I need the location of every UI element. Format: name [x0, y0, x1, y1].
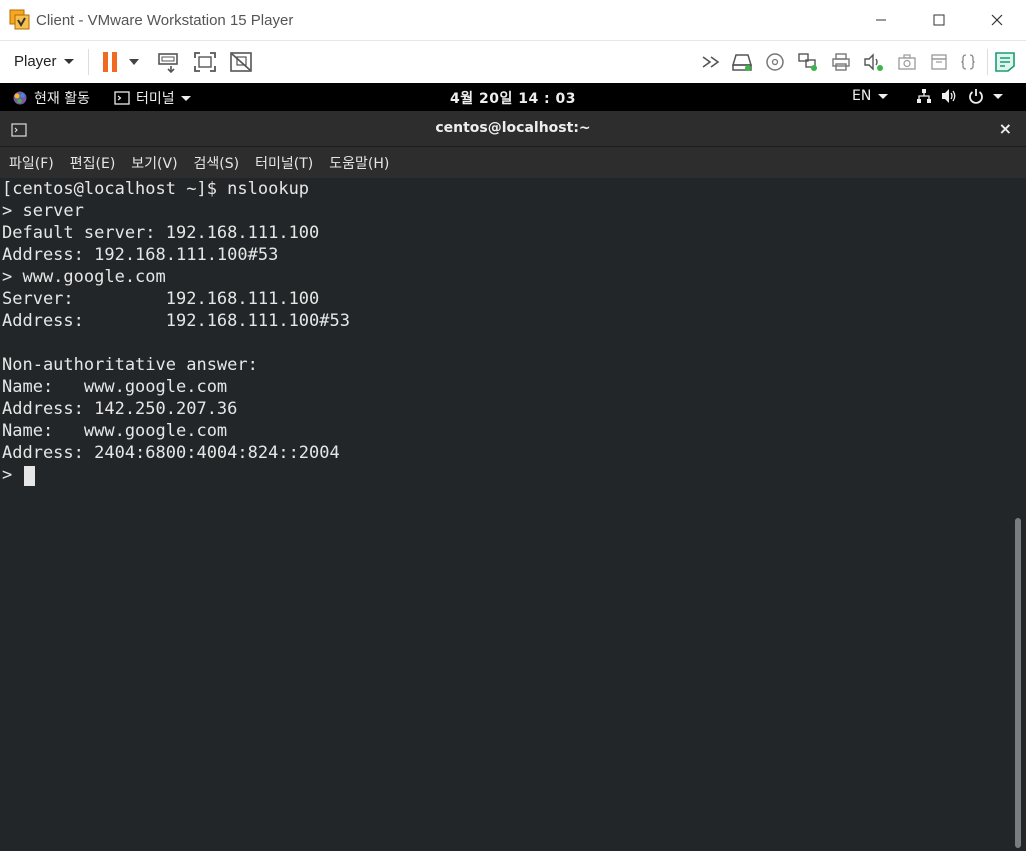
printer-button[interactable]: [831, 52, 851, 72]
player-dropdown-icon: [63, 59, 74, 64]
chevron-down-icon: [878, 93, 889, 99]
language-selector[interactable]: EN: [852, 88, 889, 104]
cd-dvd-icon: [766, 52, 784, 71]
terminal-menubar: 파일(F) 편집(E) 보기(V) 검색(S) 터미널(T) 도움말(H): [0, 147, 1026, 178]
close-icon: [991, 14, 1003, 26]
sound-card-icon: [864, 52, 883, 71]
terminal-line: Server: 192.168.111.100: [2, 289, 320, 309]
menu-search[interactable]: 검색(S): [194, 153, 240, 173]
terminal-headerbar: centos@localhost:~ ×: [0, 111, 1026, 147]
send-ctrl-alt-del-button[interactable]: [157, 51, 181, 73]
more-devices-icon: [961, 53, 975, 70]
usb-icon: [931, 53, 947, 70]
unity-button[interactable]: [229, 51, 253, 73]
text-cursor: [24, 466, 35, 486]
network-adapter-button[interactable]: [797, 52, 819, 72]
usb-button[interactable]: [929, 53, 949, 71]
terminal-line: > server: [2, 201, 84, 221]
terminal-line: Default server: 192.168.111.100: [2, 223, 320, 243]
menu-help[interactable]: 도움말(H): [329, 153, 389, 173]
camera-button[interactable]: [897, 53, 917, 71]
terminal-close-button[interactable]: ×: [999, 119, 1012, 138]
toolbar-divider: [987, 48, 988, 75]
gnome-top-bar: 현재 활동 터미널 4월 20일 14 : 03 EN: [0, 83, 1026, 111]
volume-icon: [942, 89, 956, 103]
vmware-toolbar: Player: [0, 40, 1026, 82]
minimize-icon: [876, 19, 886, 21]
terminal-line: > www.google.com: [2, 267, 166, 287]
window-title: Client - VMware Workstation 15 Player: [36, 11, 294, 29]
chevron-down-icon: [128, 58, 139, 65]
forward-icon: [702, 55, 720, 68]
message-log-icon: [995, 51, 1015, 72]
window-titlebar: Client - VMware Workstation 15 Player: [0, 0, 1026, 40]
network-wired-icon: [917, 89, 931, 103]
terminal-output[interactable]: [centos@localhost ~]$ nslookup > server …: [0, 178, 1026, 851]
fullscreen-button[interactable]: [193, 51, 217, 73]
unity-icon: [229, 51, 252, 72]
terminal-prompt-line: >: [2, 465, 13, 485]
terminal-scrollbar[interactable]: [1015, 518, 1021, 848]
cd-dvd-button[interactable]: [765, 52, 785, 72]
language-label: EN: [852, 88, 872, 104]
hard-disk-button[interactable]: [731, 52, 753, 72]
hard-disk-icon: [731, 53, 753, 71]
terminal-title: centos@localhost:~: [435, 120, 591, 136]
maximize-button[interactable]: [910, 0, 968, 40]
network-adapter-icon: [798, 52, 817, 71]
fullscreen-icon: [193, 51, 216, 72]
menu-terminal[interactable]: 터미널(T): [255, 153, 313, 173]
system-menu[interactable]: [916, 88, 1003, 104]
terminal-line: Address: 192.168.111.100#53: [2, 245, 279, 265]
terminal-line: [centos@localhost ~]$ nslookup: [2, 179, 310, 199]
terminal-line: Address: 2404:6800:4004:824::2004: [2, 443, 340, 463]
sound-card-button[interactable]: [863, 52, 885, 72]
message-log-button[interactable]: [994, 51, 1016, 73]
menu-file[interactable]: 파일(F): [9, 153, 54, 173]
player-menu-button[interactable]: Player: [14, 53, 74, 70]
terminal-line: Non-authoritative answer:: [2, 355, 258, 375]
close-window-button[interactable]: [968, 0, 1026, 40]
more-devices-button[interactable]: [961, 53, 975, 71]
menu-edit[interactable]: 편집(E): [70, 153, 116, 173]
pause-icon: [102, 51, 117, 72]
terminal-line: Address: 142.250.207.36: [2, 399, 238, 419]
minimize-button[interactable]: [852, 0, 910, 40]
power-icon: [969, 89, 983, 104]
terminal-line: Name: www.google.com: [2, 421, 228, 441]
terminal-line: Name: www.google.com: [2, 377, 228, 397]
pause-dropdown-button[interactable]: [128, 58, 139, 65]
camera-icon: [898, 53, 916, 70]
terminal-line: Address: 192.168.111.100#53: [2, 311, 350, 331]
pause-button[interactable]: [101, 51, 121, 73]
vmware-app-icon: [9, 9, 31, 31]
printer-icon: [832, 52, 850, 71]
toolbar-divider: [87, 48, 89, 75]
menu-view[interactable]: 보기(V): [131, 153, 177, 173]
player-menu-label: Player: [14, 53, 57, 70]
forward-button[interactable]: [701, 54, 721, 70]
send-ctrl-alt-del-icon: [157, 52, 178, 73]
maximize-icon: [933, 14, 945, 26]
chevron-down-icon: [993, 93, 1003, 99]
